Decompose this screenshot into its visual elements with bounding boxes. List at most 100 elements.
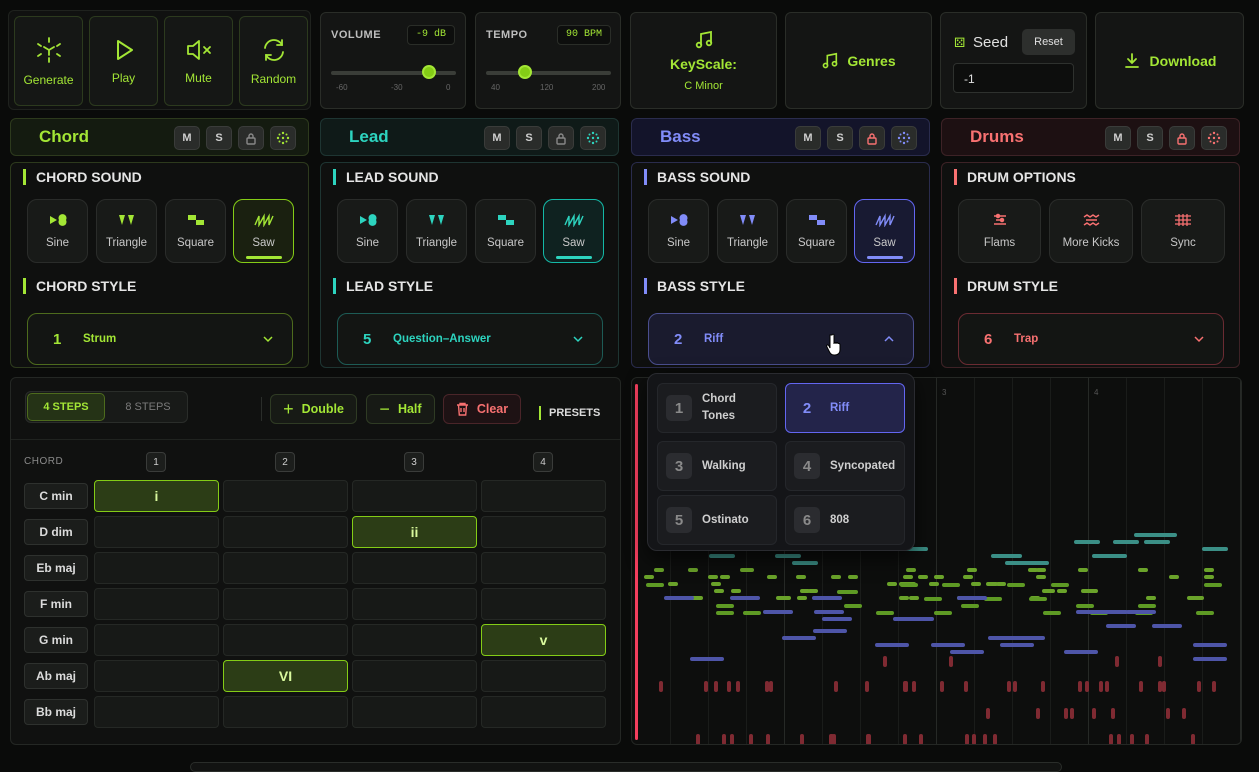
grid-cell[interactable] [481,552,606,584]
chord-solo-button[interactable]: S [206,126,232,150]
grid-cell[interactable] [352,480,477,512]
note[interactable] [893,617,924,621]
drum-hit[interactable] [833,681,838,692]
note[interactable] [821,617,852,621]
grid-cell[interactable] [223,480,348,512]
drum-hit[interactable] [1078,681,1083,692]
note[interactable] [941,583,960,587]
bass-randomize-button[interactable] [891,126,917,150]
note[interactable] [654,568,665,572]
note[interactable] [1192,643,1227,647]
grid-cell[interactable] [94,588,219,620]
note[interactable] [1203,568,1214,572]
double-button[interactable]: + Double [270,394,357,424]
clear-button[interactable]: Clear [443,394,521,424]
drum-hit[interactable] [828,734,833,744]
keyscale-button[interactable]: KeyScale: C Minor [630,12,777,109]
grid-cell-active[interactable]: VI [223,660,348,692]
presets-button[interactable]: PRESETS [539,406,600,420]
drums-solo-button[interactable]: S [1137,126,1163,150]
drum-hit[interactable] [658,681,663,692]
grid-cell[interactable] [94,552,219,584]
grid-cell[interactable] [481,588,606,620]
note[interactable] [795,575,806,579]
note[interactable] [716,604,735,608]
note[interactable] [1168,575,1179,579]
volume-track[interactable] [331,71,456,75]
drum-hit[interactable] [992,734,997,744]
drum-hit[interactable] [1069,708,1074,719]
note[interactable] [930,643,965,647]
note[interactable] [742,611,761,615]
note[interactable] [688,568,699,572]
note[interactable] [709,554,736,558]
note[interactable] [730,596,761,600]
note[interactable] [713,589,724,593]
note[interactable] [1113,540,1140,544]
note[interactable] [644,575,655,579]
note[interactable] [1044,589,1055,593]
drum-style-select[interactable]: 6 Trap [958,313,1224,365]
grid-cell[interactable] [481,516,606,548]
lead-randomize-button[interactable] [580,126,606,150]
bass-style-select[interactable]: 2 Riff [648,313,914,365]
drum-hit[interactable] [722,734,727,744]
grid-cell[interactable] [94,660,219,692]
note[interactable] [995,554,1022,558]
bass-solo-button[interactable]: S [827,126,853,150]
note[interactable] [1126,610,1157,614]
drum-hit[interactable] [911,681,916,692]
note[interactable] [909,596,920,600]
note[interactable] [847,575,858,579]
drum-hit[interactable] [1063,708,1068,719]
note[interactable] [957,596,988,600]
lead-wave-saw[interactable]: Saw [543,199,604,263]
grid-cell[interactable] [352,552,477,584]
drum-hit[interactable] [948,656,953,667]
note[interactable] [1036,568,1047,572]
note[interactable] [837,590,856,594]
drum-hit[interactable] [735,681,740,692]
grid-cell[interactable] [223,696,348,728]
grid-cell[interactable] [481,480,606,512]
dropdown-option-syncopated[interactable]: 4 Syncopated [785,441,905,491]
chord-row-label[interactable]: G min [24,627,88,653]
lead-solo-button[interactable]: S [516,126,542,150]
drum-hit[interactable] [918,734,923,744]
note[interactable] [715,611,734,615]
bass-wave-saw[interactable]: Saw [854,199,915,263]
note[interactable] [988,636,1023,640]
drum-hit[interactable] [703,681,708,692]
note[interactable] [799,589,810,593]
note[interactable] [720,575,731,579]
note[interactable] [663,596,694,600]
note[interactable] [668,582,679,586]
note[interactable] [900,583,919,587]
note[interactable] [1137,568,1148,572]
note[interactable] [1195,611,1214,615]
drum-hit[interactable] [1110,708,1115,719]
note[interactable] [1146,596,1157,600]
drum-hit[interactable] [730,734,735,744]
lead-mute-button[interactable]: M [484,126,510,150]
note[interactable] [762,610,793,614]
note[interactable] [923,597,942,601]
note[interactable] [814,610,845,614]
grid-cell[interactable] [223,588,348,620]
note[interactable] [774,554,801,558]
grid-cell[interactable] [94,624,219,656]
bass-wave-square[interactable]: Square [786,199,847,263]
bass-mute-button[interactable]: M [795,126,821,150]
chord-row-label[interactable]: C min [24,483,88,509]
chord-wave-sine[interactable]: Sine [27,199,88,263]
drums-randomize-button[interactable] [1201,126,1227,150]
note[interactable] [1092,554,1119,558]
chord-mute-button[interactable]: M [174,126,200,150]
chord-wave-square[interactable]: Square [165,199,226,263]
8-steps-button[interactable]: 8 STEPS [109,393,187,421]
grid-cell-active[interactable]: ii [352,516,477,548]
drum-hit[interactable] [748,734,753,744]
drum-hit[interactable] [1012,681,1017,692]
note[interactable] [962,575,973,579]
note[interactable] [1080,589,1091,593]
